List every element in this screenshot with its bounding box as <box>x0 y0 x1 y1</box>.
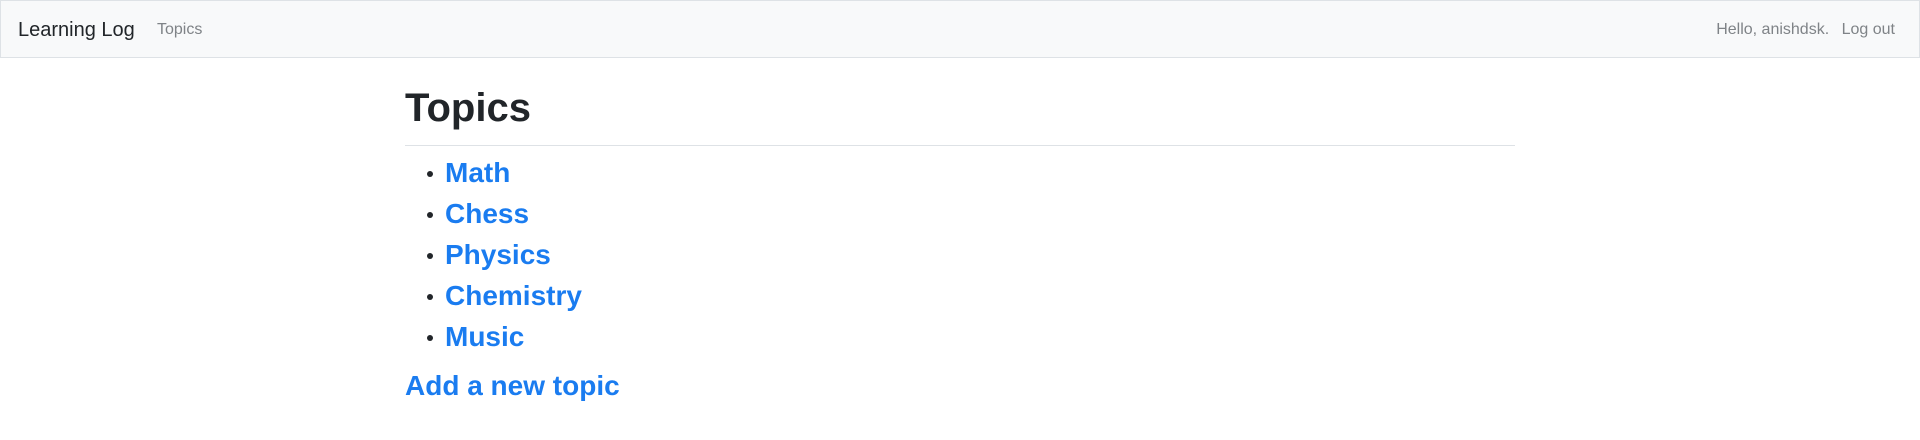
topic-list: Math Chess Physics Chemistry Music <box>405 152 582 357</box>
list-item: Chemistry <box>405 275 582 316</box>
brand-link[interactable]: Learning Log <box>18 17 135 43</box>
page-title: Topics <box>405 86 531 130</box>
bullet-icon <box>427 253 433 259</box>
topic-link-math[interactable]: Math <box>445 157 510 188</box>
user-nav: Hello, anishdsk. Log out <box>1716 20 1895 40</box>
topic-link-chess[interactable]: Chess <box>445 198 529 229</box>
nav-topics-link[interactable]: Topics <box>157 20 202 40</box>
bullet-icon <box>427 212 433 218</box>
topic-link-physics[interactable]: Physics <box>445 239 551 270</box>
list-item: Math <box>405 152 582 193</box>
bullet-icon <box>427 335 433 341</box>
user-greeting: Hello, anishdsk. <box>1716 21 1830 38</box>
navbar: Learning Log Topics Hello, anishdsk. Log… <box>0 0 1920 58</box>
topic-link-chemistry[interactable]: Chemistry <box>445 280 582 311</box>
bullet-icon <box>427 294 433 300</box>
list-item: Physics <box>405 234 582 275</box>
bullet-icon <box>427 171 433 177</box>
list-item: Chess <box>405 193 582 234</box>
topic-link-music[interactable]: Music <box>445 321 524 352</box>
logout-link[interactable]: Log out <box>1842 21 1895 38</box>
add-new-topic-link[interactable]: Add a new topic <box>405 366 620 406</box>
list-item: Music <box>405 316 582 357</box>
title-divider <box>405 145 1515 146</box>
